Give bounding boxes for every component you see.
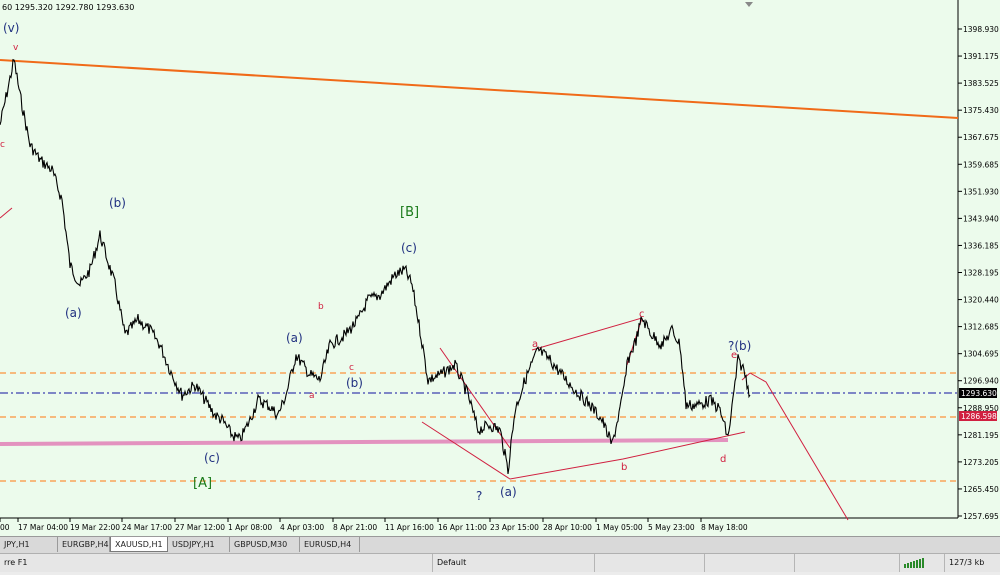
price-tick-label: 1328.195 <box>963 269 999 278</box>
time-tick-label: 28 Apr 10:00 <box>543 523 592 532</box>
price-tick-label: 1304.695 <box>963 350 999 359</box>
status-help: rre F1 <box>0 554 433 572</box>
time-tick-label: 16 Apr 11:00 <box>438 523 487 532</box>
tab-jpy-h1[interactable]: JPY,H1 <box>0 537 58 552</box>
status-empty <box>595 554 705 572</box>
status-empty <box>705 554 795 572</box>
chart-tabs: JPY,H1 EURGBP,H4 XAUUSD,H1 USDJPY,H1 GBP… <box>0 536 1000 553</box>
connection-bars-icon <box>904 558 924 568</box>
wave-label: v <box>13 43 19 53</box>
price-tick-label: 1351.930 <box>963 187 999 196</box>
status-profile: Default <box>433 554 595 572</box>
traffic-status: 127/3 kb <box>949 558 985 567</box>
time-tick-label: 5 May 23:00 <box>648 523 695 532</box>
time-tick-label: 00 <box>0 523 10 532</box>
wave-label: [A] <box>193 476 212 491</box>
status-empty <box>795 554 900 572</box>
price-tick-label: 1312.685 <box>963 323 999 332</box>
wave-label: b <box>318 302 324 312</box>
price-tick-label: 1383.525 <box>963 79 999 88</box>
time-tick-label: 17 Mar 04:00 <box>18 523 68 532</box>
price-tick-label: 1391.175 <box>963 52 999 61</box>
wave-label: (a) <box>286 331 303 345</box>
current-price-label: 1293.630 <box>961 389 997 398</box>
tab-gbpusd-m30[interactable]: GBPUSD,M30 <box>230 537 300 552</box>
wave-label: c <box>639 309 645 320</box>
wave-label: ? <box>476 489 482 503</box>
status-bar: rre F1 Default 127/3 kb <box>0 553 1000 572</box>
time-tick-label: 1 Apr 08:00 <box>228 523 272 532</box>
price-tick-label: 1343.940 <box>963 214 999 223</box>
time-tick-label: 4 Apr 03:00 <box>280 523 324 532</box>
time-tick-label: 11 Apr 16:00 <box>385 523 434 532</box>
price-tick-label: 1320.440 <box>963 296 999 305</box>
wave-label: b <box>621 462 627 473</box>
price-tick-label: 1336.185 <box>963 241 999 250</box>
wave-label: (c) <box>401 241 417 255</box>
tab-usdjpy-h1[interactable]: USDJPY,H1 <box>168 537 230 552</box>
price-tick-label: 1398.930 <box>963 25 999 34</box>
time-tick-label: 24 Mar 17:00 <box>122 523 172 532</box>
tab-xauusd-h1[interactable]: XAUUSD,H1 <box>110 537 168 552</box>
price-tick-label: 1273.205 <box>963 458 999 467</box>
wave-label: (b) <box>346 376 363 390</box>
wave-label: (a) <box>500 485 517 499</box>
price-chart[interactable]: 60 1295.320 1292.780 1293.630 1398.930 13… <box>0 0 1000 536</box>
wave-label: c <box>349 363 354 373</box>
wave-label: a <box>532 339 538 350</box>
time-tick-label: 19 Mar 22:00 <box>70 523 120 532</box>
wave-label: d <box>720 454 726 465</box>
ohlc-readout: 60 1295.320 1292.780 1293.630 <box>2 3 134 12</box>
wave-label: c <box>0 140 5 150</box>
price-tick-label: 1359.685 <box>963 160 999 169</box>
time-tick-label: 8 May 18:00 <box>701 523 748 532</box>
price-tick-label: 1265.450 <box>963 485 999 494</box>
price-tick-label: 1257.695 <box>963 512 999 521</box>
time-tick-label: 23 Apr 15:00 <box>490 523 539 532</box>
wave-label: a <box>309 391 315 401</box>
price-tick-label: 1367.675 <box>963 133 999 142</box>
time-tick-label: 27 Mar 12:00 <box>175 523 225 532</box>
price-tick-label: 1296.940 <box>963 377 999 386</box>
wave-label: (b) <box>109 196 126 210</box>
tab-eurgbp-h4[interactable]: EURGBP,H4 <box>58 537 110 552</box>
wave-label: e <box>731 350 737 361</box>
tab-eurusd-h4[interactable]: EURUSD,H4 <box>300 537 360 552</box>
time-tick-label: 8 Apr 21:00 <box>333 523 377 532</box>
time-tick-label: 1 May 05:00 <box>596 523 643 532</box>
price-tick-label: 1375.430 <box>963 106 999 115</box>
price-tick-label: 1281.195 <box>963 431 999 440</box>
wave-label: (c) <box>204 451 220 465</box>
alt-price-label: 1286.598 <box>961 412 997 421</box>
wave-label: (a) <box>65 306 82 320</box>
connection-status <box>900 554 945 572</box>
wave-label: [B] <box>400 205 419 220</box>
wave-label: (v) <box>3 21 19 35</box>
